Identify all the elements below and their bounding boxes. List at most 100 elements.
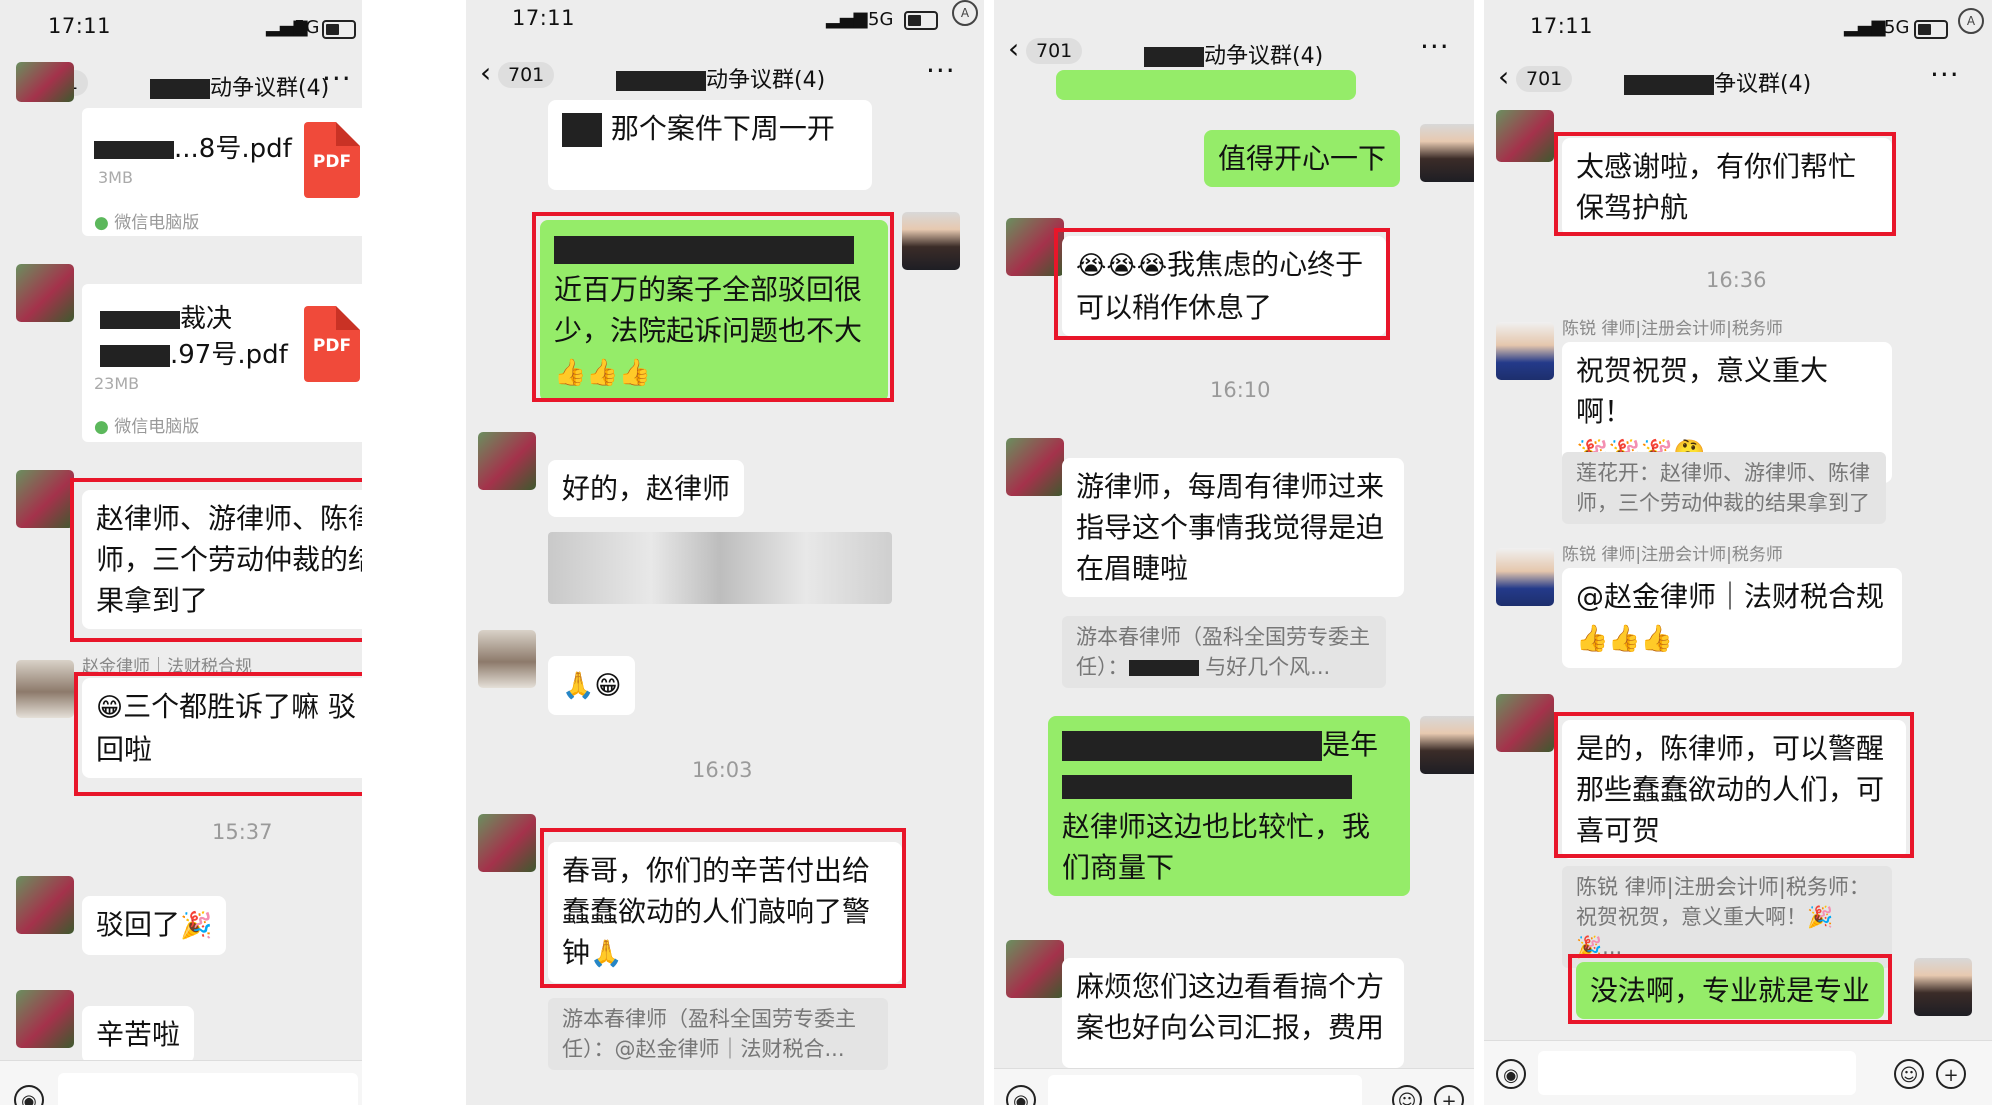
chat-title-text: 动争议群(4): [706, 68, 826, 93]
timestamp: 16:10: [1210, 378, 1271, 402]
input-bar: ◉ ☺ +: [994, 1068, 1474, 1105]
highlight-box: [1554, 132, 1896, 236]
battery-icon: [1914, 20, 1948, 39]
avatar[interactable]: [16, 660, 74, 718]
timestamp: 16:03: [692, 758, 753, 782]
avatar[interactable]: [1420, 716, 1474, 774]
redacted-block: [100, 344, 170, 367]
message-bubble[interactable]: 麻烦您们这边看看搞个方案也好向公司汇报，费用: [1062, 958, 1404, 1068]
voice-icon[interactable]: ◉: [1496, 1059, 1526, 1089]
highlight-box: [70, 478, 362, 642]
pdf-icon: PDF: [304, 122, 360, 198]
chat-screenshot-3: ‹ 701 动争议群(4) ··· 值得开心一下 😭😭😭我焦虑的心终于可以稍作休…: [994, 0, 1474, 1105]
sender-name: 陈锐 律师|注册会计师|税务师: [1562, 545, 1783, 565]
input-bar: ◉ ☺ +: [0, 1060, 362, 1105]
network-label: 5G: [294, 17, 320, 38]
pdf-icon: PDF: [304, 306, 360, 382]
message-bubble[interactable]: 🙏😁: [548, 656, 636, 715]
highlight-box: [74, 672, 362, 796]
message-bubble-self[interactable]: 值得开心一下: [1204, 130, 1401, 187]
unread-count-badge[interactable]: 701: [1516, 66, 1573, 92]
avatar[interactable]: [1914, 958, 1972, 1016]
add-icon[interactable]: +: [1434, 1085, 1464, 1105]
message-input[interactable]: [58, 1073, 358, 1105]
redacted-block: [150, 79, 210, 99]
avatar[interactable]: [1496, 548, 1554, 606]
redacted-block: [562, 113, 602, 147]
status-bar: 17:11 ▂▄▆ 5G: [0, 0, 362, 50]
message-input[interactable]: [1048, 1075, 1362, 1105]
accessibility-icon[interactable]: A: [1958, 8, 1984, 34]
avatar[interactable]: [1006, 438, 1064, 496]
back-icon[interactable]: ‹: [480, 56, 491, 89]
file-name-line1: 裁决: [100, 298, 232, 335]
highlight-box: [1554, 712, 1914, 858]
add-icon[interactable]: +: [1936, 1059, 1966, 1089]
chat-title: 动争议群(4): [150, 70, 329, 102]
wechat-pc-icon: ●: [94, 213, 109, 233]
emoji-icon[interactable]: ☺: [1894, 1059, 1924, 1089]
more-icon[interactable]: ···: [1420, 30, 1450, 63]
avatar[interactable]: [902, 212, 960, 270]
chat-title-text: 动争议群(4): [210, 76, 330, 101]
avatar[interactable]: [1496, 322, 1554, 380]
voice-icon[interactable]: ◉: [14, 1085, 44, 1105]
unread-count-badge[interactable]: 701: [498, 62, 555, 88]
avatar[interactable]: [1496, 694, 1554, 752]
accessibility-icon[interactable]: A: [952, 0, 978, 26]
avatar[interactable]: [478, 630, 536, 688]
more-icon[interactable]: ···: [322, 62, 352, 95]
quoted-message: 游本春律师（盈科全国劳专委主任）：@赵金律师｜法财税合...: [548, 998, 888, 1070]
quoted-message: 陈锐 律师|注册会计师|税务师：祝贺祝贺，意义重大啊！🎉🎉...: [1562, 866, 1892, 968]
file-size: 23MB: [94, 374, 140, 393]
back-icon[interactable]: ‹: [1498, 60, 1509, 93]
message-bubble[interactable]: 驳回了🎉: [82, 896, 227, 955]
avatar[interactable]: [16, 876, 74, 934]
chat-title: 动争议群(4): [616, 62, 825, 94]
status-bar: 17:11 ▂▄▆ 5G A: [1484, 0, 1992, 50]
file-message[interactable]: ...8号.pdf 3MB PDF ● 微信电脑版: [82, 108, 362, 236]
avatar[interactable]: [478, 432, 536, 490]
input-bar: ◉ ☺ +: [1484, 1040, 1992, 1105]
sender-name: 陈锐 律师|注册会计师|税务师: [1562, 319, 1783, 339]
battery-icon: [322, 20, 356, 39]
message-bubble[interactable]: 那个案件下周一开: [548, 100, 872, 190]
voice-icon[interactable]: ◉: [1006, 1085, 1036, 1105]
more-icon[interactable]: ···: [926, 54, 956, 87]
more-icon[interactable]: ···: [1930, 58, 1960, 91]
emoji-icon[interactable]: ☺: [1392, 1085, 1422, 1105]
avatar[interactable]: [478, 814, 536, 872]
message-bubble[interactable]: @赵金律师｜法财税合规 👍👍👍: [1562, 568, 1902, 668]
back-icon[interactable]: ‹: [1008, 32, 1019, 65]
status-time: 17:11: [48, 14, 112, 38]
message-input[interactable]: [1538, 1051, 1856, 1095]
message-bubble-self: [1056, 70, 1356, 100]
battery-icon: [904, 11, 938, 30]
avatar[interactable]: [1420, 124, 1474, 182]
message-bubble-self[interactable]: 是年 赵律师这边也比较忙，我们商量下: [1048, 716, 1410, 896]
signal-icon: ▂▄▆: [826, 8, 868, 29]
avatar[interactable]: [16, 264, 74, 322]
file-size: 3MB: [98, 168, 133, 187]
redacted-block: [1624, 75, 1714, 95]
redacted-block: [616, 71, 706, 91]
timestamp: 15:37: [212, 820, 273, 844]
highlight-box: [532, 212, 894, 402]
file-name-line2: .97号.pdf: [100, 334, 288, 371]
file-name: ...8号.pdf: [94, 128, 292, 165]
file-message[interactable]: 裁决 .97号.pdf 23MB PDF ● 微信电脑版: [82, 284, 362, 442]
redacted-block: [1144, 47, 1204, 67]
avatar[interactable]: [1006, 940, 1064, 998]
message-bubble[interactable]: 好的，赵律师: [548, 460, 745, 517]
avatar[interactable]: [16, 990, 74, 1048]
blurred-quote: [548, 532, 892, 604]
avatar[interactable]: [16, 470, 74, 528]
highlight-box: [1568, 954, 1892, 1024]
avatar[interactable]: [1496, 110, 1554, 162]
unread-count-badge[interactable]: 701: [1026, 38, 1083, 64]
chat-screenshot-1: 17:11 ▂▄▆ 5G ‹ 701 动争议群(4) ··· ...8号.pdf…: [0, 0, 362, 1105]
message-bubble[interactable]: 辛苦啦: [82, 1006, 195, 1063]
avatar[interactable]: [16, 62, 74, 102]
highlight-box: [1054, 228, 1390, 340]
message-bubble[interactable]: 游律师，每周有律师过来指导这个事情我觉得是迫在眉睫啦: [1062, 458, 1404, 597]
